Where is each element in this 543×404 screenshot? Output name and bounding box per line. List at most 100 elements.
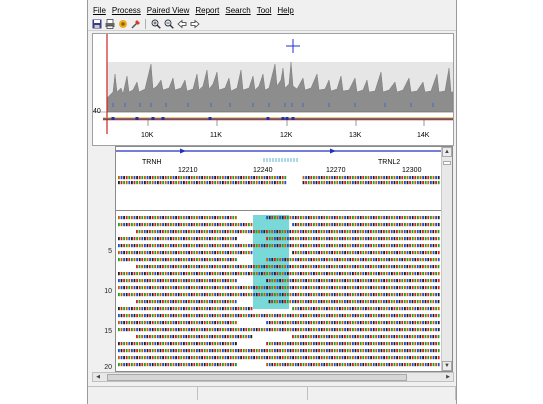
base-mark xyxy=(380,328,383,332)
base-mark xyxy=(229,223,232,227)
base-mark xyxy=(362,314,365,318)
base-mark xyxy=(235,321,237,325)
base-mark xyxy=(138,181,141,185)
scroll-right-icon[interactable]: ▶ xyxy=(444,374,452,380)
base-mark xyxy=(250,176,253,180)
base-mark xyxy=(370,356,372,360)
base-mark xyxy=(354,181,357,185)
base-mark xyxy=(378,321,380,325)
menu-search[interactable]: Search xyxy=(225,6,250,15)
menu-report[interactable]: Report xyxy=(195,6,219,15)
horizontal-scrollbar[interactable]: ◀ ▶ xyxy=(92,372,454,382)
base-mark xyxy=(188,251,190,255)
base-mark xyxy=(170,314,172,318)
base-mark xyxy=(313,307,315,311)
back-arrow-icon[interactable] xyxy=(176,18,187,29)
scroll-down-icon[interactable]: ▼ xyxy=(442,361,452,371)
base-mark xyxy=(409,251,411,255)
zoom-out-icon[interactable] xyxy=(163,18,174,29)
base-mark xyxy=(297,216,300,220)
base-mark xyxy=(323,265,325,269)
base-mark xyxy=(190,342,193,346)
base-mark xyxy=(411,363,414,367)
base-mark xyxy=(323,342,326,346)
base-mark xyxy=(214,230,216,234)
horizontal-scroll-thumb[interactable] xyxy=(107,374,407,381)
base-mark xyxy=(385,342,388,346)
menu-help[interactable]: Help xyxy=(277,6,293,15)
base-mark xyxy=(341,181,344,185)
record-icon[interactable] xyxy=(117,18,128,29)
base-mark xyxy=(346,251,349,255)
base-mark xyxy=(375,223,378,227)
base-mark xyxy=(437,223,440,227)
base-mark xyxy=(162,230,164,234)
base-mark xyxy=(268,328,271,332)
base-mark xyxy=(123,258,125,262)
base-mark xyxy=(120,349,123,353)
save-icon[interactable] xyxy=(91,18,102,29)
base-mark xyxy=(417,244,419,248)
base-mark xyxy=(154,272,157,276)
print-icon[interactable] xyxy=(104,18,115,29)
tools-icon[interactable] xyxy=(130,18,141,29)
base-mark xyxy=(383,216,385,220)
base-mark xyxy=(248,314,250,318)
base-mark xyxy=(331,230,333,234)
base-mark xyxy=(367,272,370,276)
base-mark xyxy=(170,176,172,180)
menu-tool[interactable]: Tool xyxy=(257,6,272,15)
scroll-left-icon[interactable]: ◀ xyxy=(94,374,102,380)
base-mark xyxy=(375,279,378,283)
alignment-detail-panel[interactable]: TRNH TRNL2 12210 12240 12270 12300 ▲ ▼ xyxy=(115,146,453,372)
base-mark xyxy=(359,272,362,276)
base-mark xyxy=(414,279,417,283)
base-mark xyxy=(170,286,172,290)
zoom-in-icon[interactable] xyxy=(150,18,161,29)
base-mark xyxy=(193,237,196,241)
base-mark xyxy=(157,176,159,180)
base-mark xyxy=(435,286,437,290)
base-mark xyxy=(294,363,297,367)
base-mark xyxy=(141,272,144,276)
base-mark xyxy=(328,216,331,220)
base-mark xyxy=(393,300,396,304)
base-mark xyxy=(333,230,336,234)
base-mark xyxy=(315,335,318,339)
base-mark xyxy=(354,244,357,248)
base-mark xyxy=(297,258,300,262)
base-mark xyxy=(336,279,339,283)
base-mark xyxy=(401,342,404,346)
forward-arrow-icon[interactable] xyxy=(189,18,200,29)
base-mark xyxy=(273,300,276,304)
base-mark xyxy=(245,328,248,332)
base-mark xyxy=(203,335,206,339)
base-mark xyxy=(305,181,307,185)
scroll-up-icon[interactable]: ▲ xyxy=(442,147,452,157)
scroll-thumb[interactable] xyxy=(443,161,451,165)
base-mark xyxy=(214,300,216,304)
base-mark xyxy=(294,237,297,241)
base-mark xyxy=(429,265,432,269)
base-mark xyxy=(367,265,370,269)
base-mark xyxy=(432,251,435,255)
coverage-overview-panel[interactable]: 40 10K 11K 12K 13K 14K xyxy=(92,33,454,146)
base-mark xyxy=(266,258,268,262)
read-alignment-area[interactable] xyxy=(116,213,442,371)
base-mark xyxy=(268,342,271,346)
base-mark xyxy=(261,356,263,360)
base-mark xyxy=(279,216,281,220)
base-mark xyxy=(268,279,271,283)
menu-process[interactable]: Process xyxy=(112,6,141,15)
base-mark xyxy=(151,244,154,248)
vertical-scrollbar[interactable]: ▲ ▼ xyxy=(441,147,452,371)
menu-paired-view[interactable]: Paired View xyxy=(147,6,190,15)
base-mark xyxy=(164,363,167,367)
base-mark xyxy=(136,244,138,248)
base-mark xyxy=(287,286,289,290)
base-mark xyxy=(364,335,367,339)
base-mark xyxy=(266,349,268,353)
base-mark xyxy=(427,293,430,297)
menu-file[interactable]: File xyxy=(93,6,106,15)
base-mark xyxy=(185,265,188,269)
